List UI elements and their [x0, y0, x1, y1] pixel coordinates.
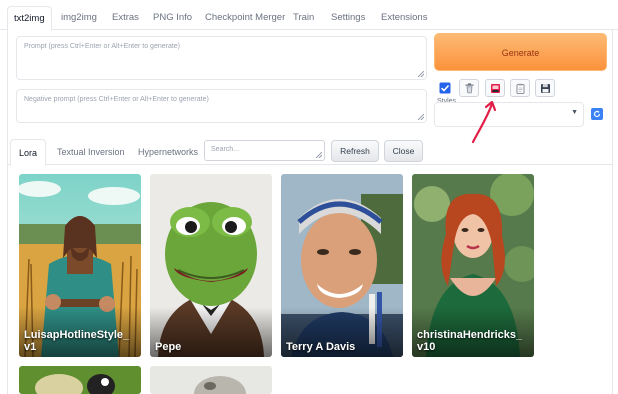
resize-handle-icon[interactable]: [418, 71, 424, 77]
tab-png-info[interactable]: PNG Info: [147, 6, 198, 30]
search-placeholder: Search...: [211, 146, 240, 153]
lora-card[interactable]: LuisapHotlineStyle_ v1: [19, 174, 141, 357]
card-title: christinaHendricks_ v10: [417, 329, 523, 353]
card-title: Terry A Davis: [286, 341, 356, 353]
prompt-input[interactable]: Prompt (press Ctrl+Enter or Alt+Enter to…: [16, 36, 427, 80]
lora-card[interactable]: [19, 366, 141, 394]
tab-train[interactable]: Train: [287, 6, 320, 30]
lora-card[interactable]: Terry A Davis: [281, 174, 403, 357]
lora-card[interactable]: Pepe: [150, 174, 272, 357]
prompt-placeholder: Prompt (press Ctrl+Enter or Alt+Enter to…: [24, 43, 181, 50]
tab-lora[interactable]: Lora: [10, 139, 47, 166]
negative-prompt-placeholder: Negative prompt (press Ctrl+Enter or Alt…: [24, 96, 209, 103]
generate-button[interactable]: Generate: [434, 33, 607, 71]
negative-prompt-input[interactable]: Negative prompt (press Ctrl+Enter or Alt…: [16, 89, 427, 123]
clipboard-icon: [516, 83, 524, 94]
refresh-icon: [593, 110, 601, 118]
apply-style-button[interactable]: [510, 79, 530, 97]
clear-prompt-button[interactable]: [459, 79, 479, 97]
top-tabs: txt2img img2img Extras PNG Info Checkpoi…: [0, 6, 618, 31]
card-preview-image: [19, 366, 141, 394]
tab-extras[interactable]: Extras: [106, 6, 145, 30]
lora-card[interactable]: [150, 366, 272, 394]
search-input[interactable]: Search...: [204, 140, 325, 161]
resize-handle-icon[interactable]: [418, 114, 424, 120]
checkbox-icon: [439, 82, 451, 94]
annotation-arrow-icon: [471, 100, 497, 144]
tab-extensions[interactable]: Extensions: [375, 6, 433, 30]
tab-img2img[interactable]: img2img: [55, 6, 103, 30]
save-style-button[interactable]: [535, 79, 555, 97]
lora-card[interactable]: christinaHendricks_ v10: [412, 174, 534, 357]
tab-hypernetworks[interactable]: Hypernetworks: [130, 139, 206, 165]
chevron-down-icon: ▼: [571, 109, 578, 116]
card-title: LuisapHotlineStyle_ v1: [24, 329, 130, 353]
card-title: Pepe: [155, 341, 182, 353]
refresh-button[interactable]: Refresh: [331, 140, 379, 162]
save-icon: [540, 83, 550, 93]
checkbox-button[interactable]: [435, 79, 455, 97]
webui-root: txt2img img2img Extras PNG Info Checkpoi…: [0, 0, 618, 394]
card-preview-image: [150, 366, 272, 394]
tab-txt2img[interactable]: txt2img: [7, 6, 52, 31]
refresh-styles-button[interactable]: [591, 108, 603, 120]
tab-checkpoint-merger[interactable]: Checkpoint Merger: [199, 6, 291, 30]
tab-textual-inversion[interactable]: Textual Inversion: [49, 139, 133, 165]
styles-dropdown[interactable]: ▼: [434, 102, 584, 127]
extra-networks-icon: [490, 83, 500, 93]
tab-settings[interactable]: Settings: [325, 6, 371, 30]
trash-icon: [465, 82, 473, 93]
resize-handle-icon[interactable]: [316, 152, 322, 158]
close-button[interactable]: Close: [384, 140, 423, 162]
show-extra-networks-button[interactable]: [485, 79, 505, 97]
